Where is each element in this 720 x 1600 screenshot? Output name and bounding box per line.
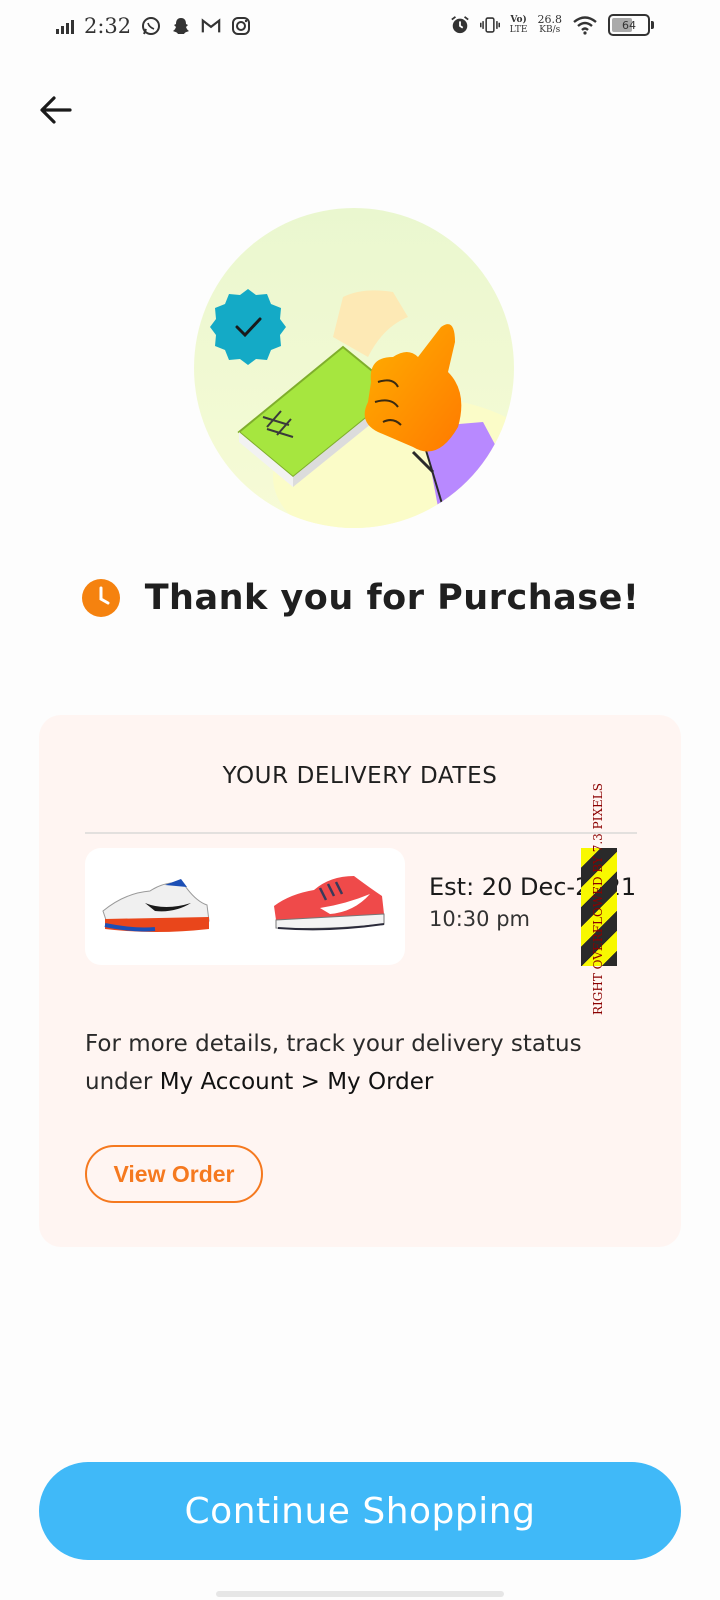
- info-path: My Account > My Order: [159, 1069, 434, 1095]
- alarm-icon: [450, 15, 470, 35]
- volte-icon: Vo) LTE: [510, 15, 528, 35]
- red-running-shoe: [274, 876, 385, 931]
- wifi-icon: [572, 15, 598, 35]
- page-title: Thank you for Purchase!: [144, 578, 640, 618]
- continue-shopping-button[interactable]: Continue Shopping: [39, 1462, 681, 1560]
- home-indicator[interactable]: [216, 1591, 504, 1597]
- network-speed-value: 26.8: [537, 13, 563, 26]
- battery-level: 64: [622, 18, 636, 32]
- status-bar: 2:32 Vo) LTE 26.8 KB/s 64: [0, 0, 720, 58]
- delivery-info-text: For more details, track your delivery st…: [85, 1025, 645, 1101]
- arrow-left-icon: [40, 96, 72, 124]
- back-button[interactable]: [36, 90, 76, 130]
- divider: [85, 832, 637, 834]
- whatsapp-icon: [141, 16, 161, 36]
- hand-holding-card-illustration: [193, 207, 515, 529]
- battery-icon: 64: [608, 14, 654, 36]
- network-speed: 26.8 KB/s: [537, 13, 563, 35]
- gmail-icon: [201, 16, 221, 36]
- volte-top: Vo): [510, 15, 527, 25]
- vibrate-icon: [479, 15, 500, 35]
- status-time: 2:32: [84, 14, 132, 38]
- volte-bottom: LTE: [509, 25, 528, 35]
- status-right: Vo) LTE 26.8 KB/s 64: [450, 13, 654, 36]
- instagram-icon: [231, 16, 251, 36]
- view-order-button[interactable]: View Order: [85, 1145, 263, 1203]
- status-left: 2:32: [56, 14, 251, 38]
- clock-icon: [81, 579, 120, 617]
- signal-icon: [56, 18, 74, 34]
- overflow-warning-text: RIGHT OVERFLOWED BY 7.3 PIXELS: [591, 783, 605, 1015]
- snapchat-icon: [171, 16, 191, 36]
- white-orange-running-shoe: [102, 879, 210, 932]
- delivery-heading: YOUR DELIVERY DATES: [222, 763, 498, 789]
- network-speed-unit: KB/s: [539, 25, 561, 35]
- thank-you-row: Thank you for Purchase!: [0, 572, 720, 624]
- product-thumbnails[interactable]: [85, 848, 405, 965]
- delivery-card: YOUR DELIVERY DATES Est: 20 Dec-2021 10:…: [39, 715, 681, 1247]
